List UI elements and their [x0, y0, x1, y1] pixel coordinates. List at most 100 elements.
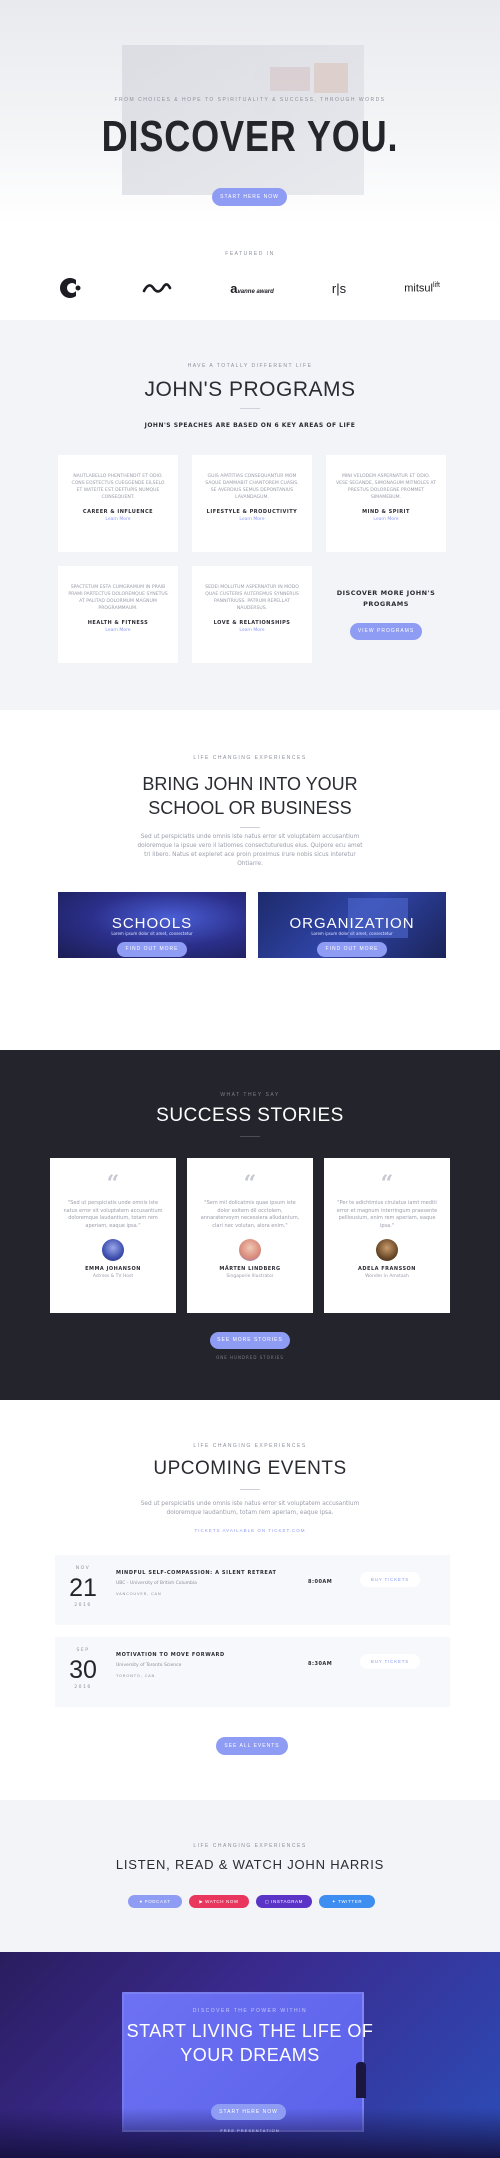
logo-rs[interactable]: r|s — [332, 281, 346, 296]
watch-now-button[interactable]: ▶ WATCH NOW — [189, 1895, 249, 1908]
podcast-button[interactable]: ● PODCAST — [128, 1895, 182, 1908]
testimonial-name: MÅRTEN LINDBERG — [219, 1266, 281, 1272]
discover-more-title: DISCOVER MORE JOHN'S PROGRAMS — [336, 589, 436, 608]
event-title: MOTIVATION TO MOVE FORWARD — [116, 1652, 225, 1658]
events-title: UPCOMING EVENTS — [153, 1458, 347, 1479]
buy-tickets-button[interactable]: BUY TICKETS — [360, 1654, 420, 1669]
event-row: NOV 21 2016 MINDFUL SELF-COMPASSION: A S… — [55, 1555, 450, 1625]
logo-vanne-award[interactable]: avanne award — [230, 281, 274, 296]
program-title: LOVE & RELATIONSHIPS — [213, 620, 291, 626]
title-divider — [240, 1489, 260, 1490]
upcoming-events-section: LIFE CHANGING EXPERIENCES UPCOMING EVENT… — [0, 1400, 500, 1800]
quote-icon: “ — [380, 1171, 394, 1197]
tile-subtitle: Lorem ipsum dolor sit amet, consectetur — [111, 931, 193, 936]
event-time: 8:00AM — [308, 1579, 333, 1585]
view-programs-button[interactable]: VIEW PROGRAMS — [350, 623, 422, 640]
testimonial-quote: "Per te adichtmius cirulatus iamt mediti… — [336, 1200, 438, 1229]
testimonial-name: ADELA FRANSSON — [358, 1266, 416, 1272]
cta-note: FREE PRESENTATION — [220, 2128, 280, 2133]
instagram-button[interactable]: ◻ INSTAGRAM — [256, 1895, 312, 1908]
tile-title: ORGANIZATION — [289, 915, 415, 932]
event-time: 8:30AM — [308, 1661, 333, 1667]
program-title: MIND & SPIRIT — [362, 509, 410, 515]
events-text: Sed ut perspiciatis unde omnis iste natu… — [140, 1501, 360, 1516]
program-title: LIFESTYLE & PRODUCTIVITY — [206, 509, 298, 515]
testimonial-card: “ "Per te adichtmius cirulatus iamt medi… — [324, 1158, 450, 1313]
featured-logos: avanne award r|s mitsullift — [60, 273, 440, 303]
stories-eyebrow: WHAT THEY SAY — [220, 1092, 280, 1098]
cta-title-line: START LIVING THE LIFE OF — [126, 2021, 374, 2041]
listen-eyebrow: LIFE CHANGING EXPERIENCES — [193, 1843, 307, 1849]
featured-label: FEATURED IN — [225, 251, 275, 257]
hero-section: FROM CHOICES & HOPE TO SPIRITUALITY & SU… — [0, 0, 500, 225]
program-desc: SEDEI MOLLITUM ASPERNATUR IN MODO QUAE C… — [205, 585, 299, 611]
buy-tickets-button[interactable]: BUY TICKETS — [360, 1572, 420, 1587]
learn-more-link[interactable]: Learn More — [202, 517, 302, 522]
program-desc: MINI VELODEM ASPERNATUR ET ODIO. VESE SE… — [336, 474, 436, 500]
programs-eyebrow: HAVE A TOTALLY DIFFERENT LIFE — [187, 363, 313, 369]
listen-title: LISTEN, READ & WATCH JOHN HARRIS — [115, 1857, 385, 1872]
twitter-button[interactable]: ✦ TWITTER — [319, 1895, 375, 1908]
title-divider — [240, 827, 260, 828]
find-out-more-button[interactable]: FIND OUT MORE — [317, 942, 387, 957]
learn-more-link[interactable]: Learn More — [68, 628, 168, 633]
event-month: SEP — [76, 1648, 90, 1653]
event-city: TORONTO, CAN — [116, 1673, 156, 1678]
title-divider — [240, 1136, 260, 1137]
testimonial-card: “ "Sed ut perspiciatis unde omnis iste n… — [50, 1158, 176, 1313]
program-card[interactable]: SEDEI MOLLITUM ASPERNATUR IN MODO QUAE C… — [192, 566, 312, 663]
hero-subtitle: FROM CHOICES & HOPE TO SPIRITUALITY & SU… — [114, 97, 386, 103]
program-desc: SPACTETUM ESTA CUMGRAMUM IN PRAIB PRAMI … — [68, 585, 168, 611]
tickets-available-link[interactable]: TICKETS AVAILABLE ON TICKET.COM — [0, 1528, 500, 1533]
cta-title-line: YOUR DREAMS — [180, 2045, 320, 2065]
organization-tile[interactable]: ORGANIZATION Lorem ipsum dolor sit amet,… — [258, 892, 446, 958]
event-year: 2016 — [74, 1685, 92, 1690]
program-card[interactable]: SPACTETUM ESTA CUMGRAMUM IN PRAIB PRAMI … — [58, 566, 178, 663]
tile-title: SCHOOLS — [111, 915, 193, 932]
cta-title: START LIVING THE LIFE OF YOUR DREAMS — [0, 2019, 500, 2067]
logo-c-icon[interactable] — [60, 276, 84, 300]
programs-tagline: JOHN'S SPEACHES ARE BASED ON 6 KEY AREAS… — [144, 422, 356, 429]
program-desc: GUIS APATITIAS CONSEQUANTUR MOM SAQUE DA… — [205, 474, 299, 500]
learn-more-link[interactable]: Learn More — [202, 628, 302, 633]
see-all-events-button[interactable]: SEE ALL EVENTS — [216, 1737, 288, 1755]
logo-mitsul-lift[interactable]: mitsullift — [404, 282, 440, 295]
program-card[interactable]: NAUTLABELLO PHENTHENDIT ET ODIO. CONS EO… — [58, 455, 178, 552]
avatar — [102, 1239, 124, 1261]
title-divider — [240, 408, 260, 409]
testimonial-card: “ "Sem mil dolicatmis quae ipsum iste do… — [187, 1158, 313, 1313]
featured-in-section: FEATURED IN avanne award r|s mitsullift — [0, 225, 500, 320]
podcast-label: PODCAST — [144, 1899, 171, 1904]
speaker-figure — [356, 2062, 366, 2098]
find-out-more-button[interactable]: FIND OUT MORE — [117, 942, 187, 957]
program-title: CAREER & INFLUENCE — [82, 509, 154, 515]
bring-title: BRING JOHN INTO YOUR SCHOOL OR BUSINESS — [0, 772, 500, 820]
quote-icon: “ — [243, 1171, 257, 1197]
event-row: SEP 30 2016 MOTIVATION TO MOVE FORWARD U… — [55, 1637, 450, 1707]
program-card[interactable]: GUIS APATITIAS CONSEQUANTUR MOM SAQUE DA… — [192, 455, 312, 552]
hero-screen-panel — [270, 67, 310, 91]
stories-note: ONE HUNDRED STORIES — [216, 1355, 284, 1360]
learn-more-link[interactable]: Learn More — [68, 517, 168, 522]
cta-section: DISCOVER THE POWER WITHIN START LIVING T… — [0, 1952, 500, 2158]
event-title: MINDFUL SELF-COMPASSION: A SILENT RETREA… — [116, 1570, 277, 1576]
schools-tile[interactable]: SCHOOLS Lorem ipsum dolor sit amet, cons… — [58, 892, 246, 958]
event-day: 30 — [69, 1656, 97, 1684]
bring-title-line: SCHOOL OR BUSINESS — [148, 798, 352, 818]
testimonial-quote: "Sed ut perspiciatis unde omnis iste nat… — [63, 1200, 163, 1229]
event-year: 2016 — [74, 1603, 92, 1608]
bring-john-section: LIFE CHANGING EXPERIENCES BRING JOHN INT… — [0, 710, 500, 1050]
start-here-button[interactable]: START HERE NOW — [211, 2104, 286, 2120]
learn-more-link[interactable]: Learn More — [336, 517, 436, 522]
see-more-stories-button[interactable]: SEE MORE STORIES — [210, 1332, 290, 1349]
program-card[interactable]: MINI VELODEM ASPERNATUR ET ODIO. VESE SE… — [326, 455, 446, 552]
programs-section: HAVE A TOTALLY DIFFERENT LIFE JOHN'S PRO… — [0, 320, 500, 710]
success-stories-section: WHAT THEY SAY SUCCESS STORIES “ "Sed ut … — [0, 1050, 500, 1400]
logo-wave-icon[interactable] — [142, 281, 172, 295]
start-here-button[interactable]: START HERE NOW — [212, 188, 287, 206]
bring-text: Sed ut perspiciatis unde omnis iste natu… — [137, 834, 363, 867]
avatar — [376, 1239, 398, 1261]
hero-title: DISCOVER YOU. — [101, 112, 399, 161]
program-desc: NAUTLABELLO PHENTHENDIT ET ODIO. CONS EO… — [71, 474, 165, 500]
hero-screen-panel — [314, 63, 348, 93]
